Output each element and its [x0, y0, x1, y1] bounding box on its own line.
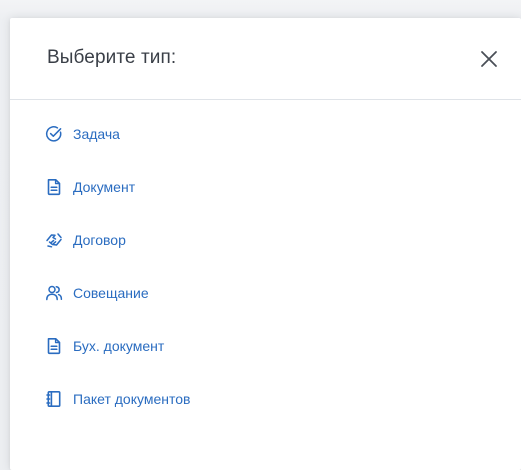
type-item-meeting[interactable]: Совещание: [45, 283, 190, 303]
type-item-document[interactable]: Документ: [45, 177, 190, 197]
book-icon: [45, 390, 63, 408]
type-item-task[interactable]: Задача: [45, 124, 190, 144]
type-item-label: Документ: [73, 179, 136, 195]
handshake-icon: [45, 231, 63, 249]
type-item-document-package[interactable]: Пакет документов: [45, 389, 190, 409]
type-item-label: Договор: [73, 232, 126, 248]
type-list: Задача Документ Договор Совещание Бух. д…: [45, 124, 190, 442]
type-item-label: Пакет документов: [73, 391, 191, 407]
document-icon: [45, 178, 63, 196]
type-item-label: Совещание: [73, 285, 149, 301]
people-icon: [45, 284, 63, 302]
dialog-header: Выберите тип:: [10, 18, 521, 100]
close-icon: [481, 51, 497, 67]
type-item-label: Задача: [73, 126, 120, 142]
close-button[interactable]: [478, 48, 500, 70]
type-item-accounting-document[interactable]: Бух. документ: [45, 336, 190, 356]
document-icon: [45, 337, 63, 355]
dialog-title: Выберите тип:: [47, 47, 177, 68]
type-item-label: Бух. документ: [73, 338, 165, 354]
check-circle-icon: [45, 125, 63, 143]
type-item-contract[interactable]: Договор: [45, 230, 190, 250]
